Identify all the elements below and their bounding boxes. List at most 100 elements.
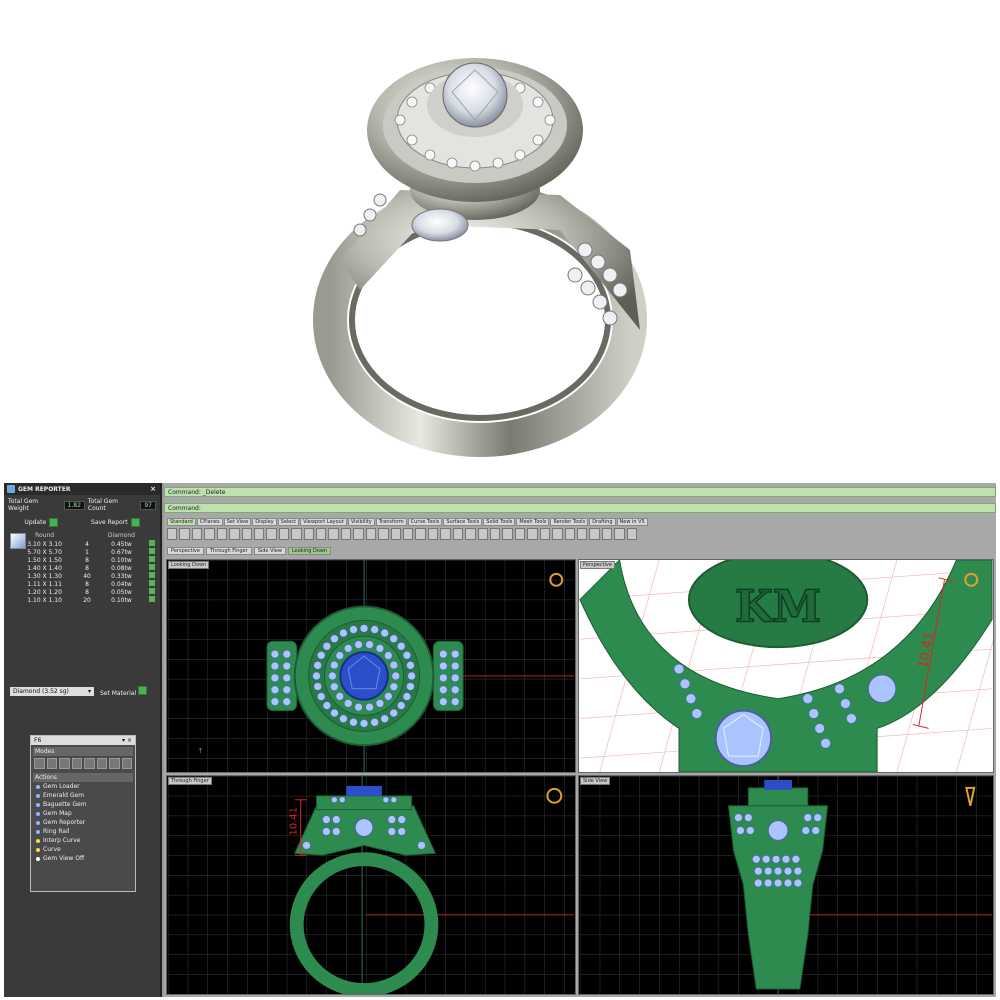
toolbar-tab[interactable]: Visibility bbox=[347, 518, 375, 526]
tool-icon[interactable] bbox=[552, 528, 563, 540]
tool-icon[interactable] bbox=[328, 528, 339, 540]
tool-icon[interactable] bbox=[527, 528, 538, 540]
toolbar-tab[interactable]: Mesh Tools bbox=[516, 518, 550, 526]
set-material-button[interactable]: Set Material bbox=[100, 686, 148, 697]
save-report-button[interactable]: Save Report bbox=[91, 518, 140, 527]
mode-icon-3[interactable] bbox=[59, 758, 70, 769]
standard-toolbar bbox=[167, 528, 638, 540]
toolbar-tab[interactable]: Surface Tools bbox=[443, 518, 483, 526]
tool-icon[interactable] bbox=[167, 528, 178, 540]
tool-icon[interactable] bbox=[365, 528, 377, 540]
material-select[interactable]: Diamond (3.52 sg) ▾ bbox=[10, 687, 94, 696]
pin-close-icon[interactable]: ▾ × bbox=[122, 737, 132, 744]
tool-icon[interactable] bbox=[390, 528, 402, 540]
toolbar-tab[interactable]: Standard bbox=[167, 518, 196, 526]
close-icon[interactable]: × bbox=[150, 485, 156, 493]
action-item[interactable]: Emerald Gem bbox=[31, 791, 135, 800]
tool-icon[interactable] bbox=[564, 528, 575, 540]
tool-icon[interactable] bbox=[241, 528, 252, 540]
toolbar-tab[interactable]: Transform bbox=[375, 518, 407, 526]
tool-icon[interactable] bbox=[316, 528, 327, 540]
tool-icon[interactable] bbox=[626, 528, 638, 540]
tool-icon[interactable] bbox=[266, 528, 277, 540]
tool-icon[interactable] bbox=[489, 528, 501, 540]
toolbar-tab[interactable]: New in V5 bbox=[616, 518, 648, 526]
action-item[interactable]: Baguette Gem bbox=[31, 800, 135, 809]
viewport-perspective[interactable]: Perspective KM 10.41 bbox=[578, 559, 994, 773]
row-checkbox[interactable] bbox=[146, 556, 157, 564]
toolbar-tab[interactable]: CPlanes bbox=[196, 518, 223, 526]
tool-icon[interactable] bbox=[204, 528, 215, 540]
row-checkbox[interactable] bbox=[146, 572, 157, 580]
row-checkbox[interactable] bbox=[146, 596, 157, 604]
update-button[interactable]: Update bbox=[24, 518, 59, 527]
toolbar-tab[interactable]: Solid Tools bbox=[483, 518, 516, 526]
mode-icon-5[interactable] bbox=[84, 758, 95, 769]
tool-icon[interactable] bbox=[589, 528, 600, 540]
tool-icon[interactable] bbox=[614, 528, 625, 540]
tool-icon[interactable] bbox=[502, 528, 513, 540]
tool-icon[interactable] bbox=[229, 528, 240, 540]
viewport-label-top-left[interactable]: Looking Down bbox=[168, 561, 210, 569]
viewport-tab[interactable]: Looking Down bbox=[287, 547, 332, 555]
toolbar-tab[interactable]: Viewport Layout bbox=[300, 518, 347, 526]
tool-icon[interactable] bbox=[378, 528, 389, 540]
mode-icon-6[interactable] bbox=[96, 758, 107, 769]
viewport-tab[interactable]: Perspective bbox=[167, 547, 204, 555]
command-input[interactable]: Command: bbox=[164, 503, 996, 513]
tool-icon[interactable] bbox=[514, 528, 526, 540]
tool-icon[interactable] bbox=[415, 528, 426, 540]
action-item[interactable]: Gem Loader bbox=[31, 782, 135, 791]
tool-icon[interactable] bbox=[427, 528, 439, 540]
mode-icon-2[interactable] bbox=[46, 758, 57, 769]
tool-icon[interactable] bbox=[179, 528, 190, 540]
action-item[interactable]: Ring Rail bbox=[31, 827, 135, 836]
viewport-side-view[interactable]: Side View bbox=[578, 775, 994, 995]
viewport-through-finger[interactable]: Through Finger 10.41 bbox=[166, 775, 576, 995]
row-checkbox[interactable] bbox=[146, 588, 157, 596]
tool-icon[interactable] bbox=[216, 528, 228, 540]
tool-icon[interactable] bbox=[291, 528, 302, 540]
viewport-looking-down[interactable]: Looking Down ↑ bbox=[166, 559, 576, 773]
action-item[interactable]: Gem View Off bbox=[31, 854, 135, 863]
tool-icon[interactable] bbox=[303, 528, 315, 540]
tool-icon[interactable] bbox=[403, 528, 414, 540]
viewport-tab[interactable]: Side View bbox=[253, 547, 286, 555]
action-item[interactable]: Interp Curve bbox=[31, 836, 135, 845]
tool-icon[interactable] bbox=[452, 528, 464, 540]
row-checkbox[interactable] bbox=[146, 580, 157, 588]
tool-icon[interactable] bbox=[576, 528, 588, 540]
action-item[interactable]: Gem Map bbox=[31, 809, 135, 818]
toolbar-tab[interactable]: Drafting bbox=[589, 518, 616, 526]
tool-icon[interactable] bbox=[253, 528, 265, 540]
row-checkbox[interactable] bbox=[146, 548, 157, 556]
toolbar-tab[interactable]: Set View bbox=[223, 518, 252, 526]
viewport-label-bottom-left[interactable]: Through Finger bbox=[168, 777, 212, 785]
viewport-tab[interactable]: Through Finger bbox=[205, 547, 252, 555]
mode-icon-7[interactable] bbox=[109, 758, 120, 769]
toolbar-tab[interactable]: Display bbox=[252, 518, 277, 526]
toolbar-tab[interactable]: Curve Tools bbox=[407, 518, 443, 526]
tool-icon[interactable] bbox=[440, 528, 451, 540]
tool-icon[interactable] bbox=[191, 528, 203, 540]
action-item[interactable]: Curve bbox=[31, 845, 135, 854]
tool-icon[interactable] bbox=[601, 528, 613, 540]
mode-icon-4[interactable] bbox=[71, 758, 82, 769]
mode-icon-8[interactable] bbox=[121, 758, 132, 769]
command-history: Command: _Delete bbox=[164, 487, 996, 497]
viewport-label-top-right[interactable]: Perspective bbox=[580, 561, 615, 569]
tool-icon[interactable] bbox=[278, 528, 290, 540]
mode-icon-1[interactable] bbox=[34, 758, 45, 769]
row-checkbox[interactable] bbox=[146, 564, 157, 572]
toolbar-tab[interactable]: Select bbox=[277, 518, 300, 526]
viewport-label-bottom-right[interactable]: Side View bbox=[580, 777, 611, 785]
pave-stone bbox=[375, 699, 385, 708]
action-item[interactable]: Gem Reporter bbox=[31, 818, 135, 827]
tool-icon[interactable] bbox=[465, 528, 476, 540]
tool-icon[interactable] bbox=[340, 528, 352, 540]
tool-icon[interactable] bbox=[477, 528, 488, 540]
row-checkbox[interactable] bbox=[146, 540, 157, 548]
toolbar-tab[interactable]: Render Tools bbox=[550, 518, 589, 526]
tool-icon[interactable] bbox=[539, 528, 551, 540]
tool-icon[interactable] bbox=[353, 528, 364, 540]
